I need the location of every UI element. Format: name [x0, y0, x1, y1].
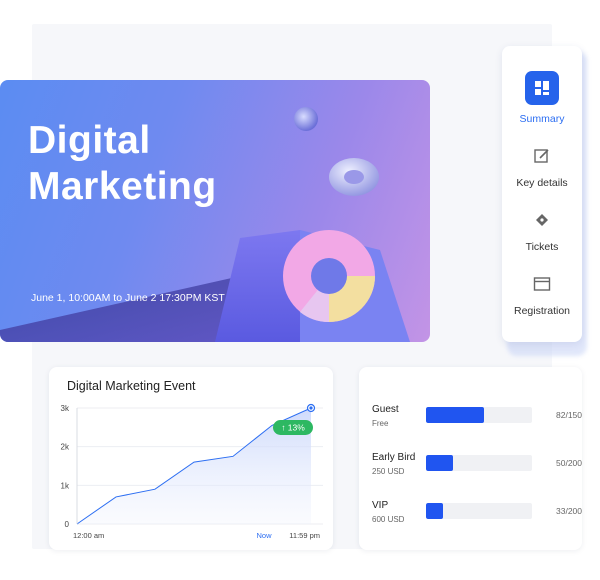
growth-badge-label: ↑ 13%	[281, 423, 305, 433]
event-date: June 1, 10:00AM to June 2 17:30PM KST	[31, 292, 225, 304]
x-tick-label: 11:59 pm	[289, 531, 320, 540]
tickets-card: Guest Free 82/150 Early Bird 250 USD 50/…	[359, 367, 582, 550]
ticket-progress-bar	[426, 503, 532, 519]
nav-label-tickets: Tickets	[525, 241, 559, 253]
event-title: Digital Marketing	[28, 118, 217, 210]
edit-icon	[502, 146, 582, 169]
window-icon	[502, 274, 582, 297]
nav-item-registration[interactable]: Registration	[502, 274, 582, 317]
ticket-count: 82/150	[556, 410, 582, 420]
ticket-progress-fill	[426, 455, 453, 471]
y-tick-label: 3k	[61, 404, 70, 413]
y-tick-label: 2k	[61, 443, 70, 452]
ticket-price: 250 USD	[372, 467, 405, 476]
ticket-progress-fill	[426, 407, 484, 423]
ticket-row-guest: Guest Free 82/150	[372, 404, 582, 434]
ticket-progress-bar	[426, 407, 532, 423]
event-title-line2: Marketing	[28, 165, 217, 208]
nav-item-tickets[interactable]: Tickets	[502, 210, 582, 253]
ticket-name: Early Bird	[372, 452, 416, 463]
ticket-count: 50/200	[556, 458, 582, 468]
ticket-name: VIP	[372, 500, 389, 511]
ticket-price: 600 USD	[372, 515, 405, 524]
nav-label-registration: Registration	[513, 305, 571, 317]
nav-label-summary: Summary	[519, 113, 565, 125]
ticket-price: Free	[372, 419, 389, 428]
x-tick-label: Now	[256, 531, 272, 540]
ticket-progress-fill	[426, 503, 444, 519]
y-tick-label: 0	[65, 520, 70, 529]
event-banner: Digital Marketing June 1, 10:00AM to Jun…	[0, 80, 430, 342]
event-title-line1: Digital	[28, 119, 151, 162]
grid-icon	[525, 71, 559, 105]
nav-item-key-details[interactable]: Key details	[502, 146, 582, 189]
x-tick-label: 12:00 am	[73, 531, 104, 540]
side-nav: Summary Key details Tickets Registration	[502, 46, 582, 342]
nav-item-summary[interactable]: Summary	[502, 71, 582, 125]
chart-card: Digital Marketing Event 0 1k 2k 3k ↑ 13% 12:0…	[49, 367, 333, 550]
ticket-row-early-bird: Early Bird 250 USD 50/200	[372, 452, 582, 482]
ticket-name: Guest	[372, 404, 399, 415]
y-tick-label: 1k	[61, 481, 70, 490]
chart-plot: 0 1k 2k 3k ↑ 13% 12:00 am Now 11:59 pm	[61, 403, 323, 540]
ticket-count: 33/200	[556, 506, 582, 516]
nav-label-key-details: Key details	[516, 177, 568, 189]
ticket-row-vip: VIP 600 USD 33/200	[372, 500, 582, 530]
ticket-icon	[502, 210, 582, 233]
ticket-progress-bar	[426, 455, 532, 471]
series-end-dot	[309, 406, 313, 410]
